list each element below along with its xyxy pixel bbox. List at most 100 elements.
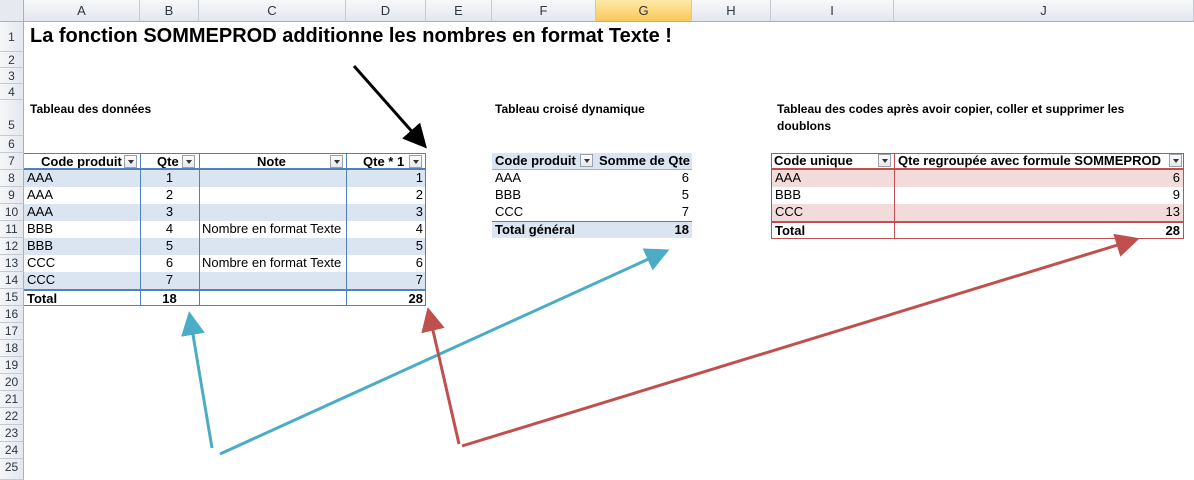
codes-total-qte[interactable]: 28 [894,221,1183,238]
row-header[interactable]: 12 [0,238,24,255]
pivot-header-code[interactable]: Code produit [492,153,596,170]
data-cell-qte[interactable]: 3 [140,204,199,221]
pivot-total-label[interactable]: Total général [492,221,596,238]
codes-header-code[interactable]: Code unique [771,153,894,170]
data-cell-qte[interactable]: 4 [140,221,199,238]
pivot-cell-sum[interactable]: 6 [596,170,692,187]
row-header[interactable]: 17 [0,323,24,340]
filter-dropdown-icon[interactable] [580,154,593,167]
row-header[interactable]: 21 [0,391,24,408]
column-header-a[interactable]: A [24,0,140,22]
row-header[interactable]: 25 [0,459,24,480]
codes-header-code-label: Code unique [774,153,853,168]
pivot-cell-code[interactable]: CCC [492,204,596,221]
filter-dropdown-icon[interactable] [124,155,137,168]
column-header-e[interactable]: E [426,0,492,22]
row-header[interactable]: 5 [0,100,24,136]
row-header[interactable]: 19 [0,357,24,374]
codes-cell-qte[interactable]: 9 [894,187,1183,204]
data-header-note[interactable]: Note [199,153,346,170]
data-cell-code[interactable]: AAA [24,187,140,204]
pivot-cell-sum[interactable]: 5 [596,187,692,204]
data-cell-qte1[interactable]: 2 [346,187,426,204]
pivot-total-sum[interactable]: 18 [596,221,692,238]
column-header-i[interactable]: I [771,0,894,22]
row-header[interactable]: 3 [0,68,24,84]
data-cell-code[interactable]: CCC [24,272,140,289]
filter-dropdown-icon[interactable] [409,155,422,168]
row-header[interactable]: 1 [0,22,24,52]
data-cell-qte1[interactable]: 6 [346,255,426,272]
codes-header-qte[interactable]: Qte regroupée avec formule SOMMEPROD [894,153,1184,170]
filter-dropdown-icon[interactable] [1169,154,1182,167]
data-cell-qte[interactable]: 7 [140,272,199,289]
filter-dropdown-icon[interactable] [182,155,195,168]
pivot-cell-sum[interactable]: 7 [596,204,692,221]
column-header-d[interactable]: D [346,0,426,22]
row-header[interactable]: 14 [0,272,24,289]
codes-cell-qte[interactable]: 6 [894,170,1183,187]
data-cell-code[interactable]: BBB [24,238,140,255]
row-header[interactable]: 16 [0,306,24,323]
data-header-qte1[interactable]: Qte * 1 [346,153,426,170]
row-header[interactable]: 10 [0,204,24,221]
filter-dropdown-icon[interactable] [878,154,891,167]
data-cell-note[interactable] [199,170,346,187]
data-cell-qte1[interactable]: 4 [346,221,426,238]
row-header[interactable]: 20 [0,374,24,391]
data-cell-qte[interactable]: 1 [140,170,199,187]
row-header[interactable]: 9 [0,187,24,204]
filter-dropdown-icon[interactable] [330,155,343,168]
column-header-j[interactable]: J [894,0,1194,22]
column-header-b[interactable]: B [140,0,199,22]
row-header[interactable]: 11 [0,221,24,238]
data-cell-qte1[interactable]: 7 [346,272,426,289]
pivot-cell-code[interactable]: BBB [492,187,596,204]
data-cell-qte1[interactable]: 3 [346,204,426,221]
data-header-qte[interactable]: Qte [140,153,199,170]
row-header[interactable]: 18 [0,340,24,357]
row-header[interactable]: 4 [0,84,24,100]
codes-cell-code[interactable]: BBB [772,187,894,204]
row-header[interactable]: 23 [0,425,24,442]
codes-cell-code[interactable]: CCC [772,204,894,221]
codes-cell-qte[interactable]: 13 [894,204,1183,221]
row-header[interactable]: 22 [0,408,24,425]
pivot-header-sum[interactable]: Somme de Qte [596,153,692,170]
data-total-note[interactable] [199,289,346,306]
row-header[interactable]: 6 [0,136,24,153]
data-cell-qte1[interactable]: 5 [346,238,426,255]
column-header-f[interactable]: F [492,0,596,22]
row-header[interactable]: 2 [0,52,24,68]
data-cell-code[interactable]: CCC [24,255,140,272]
column-header-c[interactable]: C [199,0,346,22]
data-cell-code[interactable]: BBB [24,221,140,238]
column-header-h[interactable]: H [692,0,771,22]
select-all-corner[interactable] [0,0,24,22]
data-cell-code[interactable]: AAA [24,170,140,187]
data-cell-note[interactable] [199,238,346,255]
row-header[interactable]: 15 [0,289,24,306]
codes-cell-code[interactable]: AAA [772,170,894,187]
row-header[interactable]: 13 [0,255,24,272]
row-header[interactable]: 8 [0,170,24,187]
data-cell-qte[interactable]: 5 [140,238,199,255]
data-cell-qte1[interactable]: 1 [346,170,426,187]
data-cell-qte[interactable]: 6 [140,255,199,272]
pivot-cell-code[interactable]: AAA [492,170,596,187]
data-cell-note[interactable] [199,272,346,289]
row-header[interactable]: 24 [0,442,24,459]
data-cell-qte[interactable]: 2 [140,187,199,204]
data-cell-note[interactable]: Nombre en format Texte [199,255,346,272]
codes-total-label[interactable]: Total [772,221,894,238]
data-cell-note[interactable] [199,187,346,204]
row-header[interactable]: 7 [0,153,24,170]
data-header-code[interactable]: Code produit [24,153,140,170]
data-cell-note[interactable]: Nombre en format Texte [199,221,346,238]
data-total-label[interactable]: Total [24,289,140,306]
data-total-qte[interactable]: 18 [140,289,199,306]
column-header-g[interactable]: G [596,0,692,22]
data-cell-note[interactable] [199,204,346,221]
data-cell-code[interactable]: AAA [24,204,140,221]
data-total-qte1[interactable]: 28 [346,289,426,306]
